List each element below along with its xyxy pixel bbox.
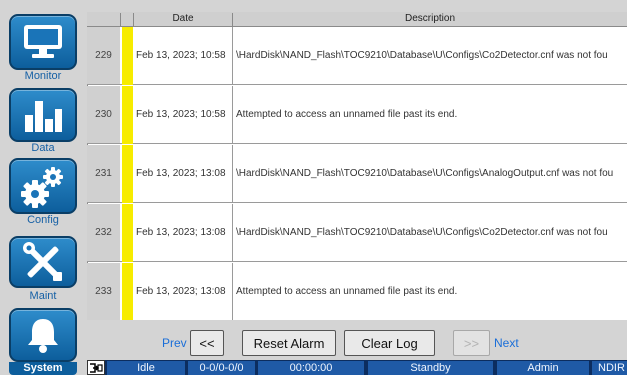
row-date: Feb 13, 2023; 13:08: [136, 286, 226, 297]
row-number: 229: [87, 27, 120, 84]
table-row[interactable]: 232 Feb 13, 2023; 13:08 \HardDisk\NAND_F…: [87, 204, 627, 262]
sidebar-item-label: Maint: [29, 290, 57, 302]
network-icon[interactable]: [87, 360, 105, 375]
row-description: Attempted to access an unnamed file past…: [236, 109, 458, 120]
table-row[interactable]: 229 Feb 13, 2023; 10:58 \HardDisk\NAND_F…: [87, 27, 627, 85]
row-date: Feb 13, 2023; 13:08: [136, 227, 226, 238]
severity-bar: [122, 263, 133, 321]
reset-alarm-button[interactable]: Reset Alarm: [242, 330, 336, 356]
row-number: 231: [87, 145, 120, 202]
row-date: Feb 13, 2023; 13:08: [136, 168, 226, 179]
row-date: Feb 13, 2023; 10:58: [136, 109, 226, 120]
sidebar-item-data[interactable]: Data: [9, 88, 77, 156]
prev-link[interactable]: Prev: [162, 336, 187, 350]
log-controls: Prev << Reset Alarm Clear Log >> Next: [87, 320, 627, 360]
status-bar: Idle 0-0/0-0/0 00:00:00 Standby Admin ND…: [87, 360, 627, 375]
row-description: \HardDisk\NAND_Flash\TOC9210\Database\U\…: [236, 50, 608, 61]
table-row[interactable]: 230 Feb 13, 2023; 10:58 Attempted to acc…: [87, 86, 627, 144]
status-detector: NDIR: [592, 361, 627, 375]
column-header-date: Date: [172, 13, 194, 24]
status-time: 00:00:00: [258, 361, 364, 375]
first-page-button[interactable]: <<: [190, 330, 224, 356]
monitor-icon: [9, 14, 77, 70]
sidebar-item-system[interactable]: System: [9, 308, 77, 375]
severity-bar: [122, 204, 133, 262]
sidebar-item-maint[interactable]: Maint: [9, 236, 77, 306]
clear-log-button[interactable]: Clear Log: [344, 330, 435, 356]
sidebar: Monitor Data Config Maint System: [0, 0, 87, 375]
table-header: Date Description: [87, 12, 627, 28]
sidebar-item-label: System: [9, 362, 77, 375]
row-date: Feb 13, 2023; 10:58: [136, 50, 226, 61]
row-number: 233: [87, 263, 120, 320]
table-row[interactable]: 231 Feb 13, 2023; 13:08 \HardDisk\NAND_F…: [87, 145, 627, 203]
last-page-button[interactable]: >>: [453, 330, 490, 356]
sidebar-item-label: Data: [31, 142, 55, 154]
tools-icon: [9, 236, 77, 288]
row-description: \HardDisk\NAND_Flash\TOC9210\Database\U\…: [236, 227, 608, 238]
status-mode: Standby: [368, 361, 493, 375]
bar-chart-icon: [9, 88, 77, 142]
gears-icon: [9, 158, 77, 214]
row-number: 232: [87, 204, 120, 261]
table-row[interactable]: 233 Feb 13, 2023; 13:08 Attempted to acc…: [87, 263, 627, 321]
row-number: 230: [87, 86, 120, 143]
bell-icon: [9, 308, 77, 362]
severity-bar: [122, 27, 133, 85]
next-link[interactable]: Next: [494, 336, 519, 350]
sidebar-item-config[interactable]: Config: [9, 158, 77, 228]
status-code: 0-0/0-0/0: [188, 361, 255, 375]
sidebar-item-label: Monitor: [24, 70, 62, 82]
row-description: \HardDisk\NAND_Flash\TOC9210\Database\U\…: [236, 168, 614, 179]
status-user: Admin: [497, 361, 589, 375]
row-description: Attempted to access an unnamed file past…: [236, 286, 458, 297]
sidebar-item-monitor[interactable]: Monitor: [9, 14, 77, 84]
severity-bar: [122, 145, 133, 203]
severity-bar: [122, 86, 133, 144]
column-header-description: Description: [404, 13, 456, 24]
sidebar-item-label: Config: [27, 214, 59, 226]
status-state: Idle: [107, 361, 185, 375]
